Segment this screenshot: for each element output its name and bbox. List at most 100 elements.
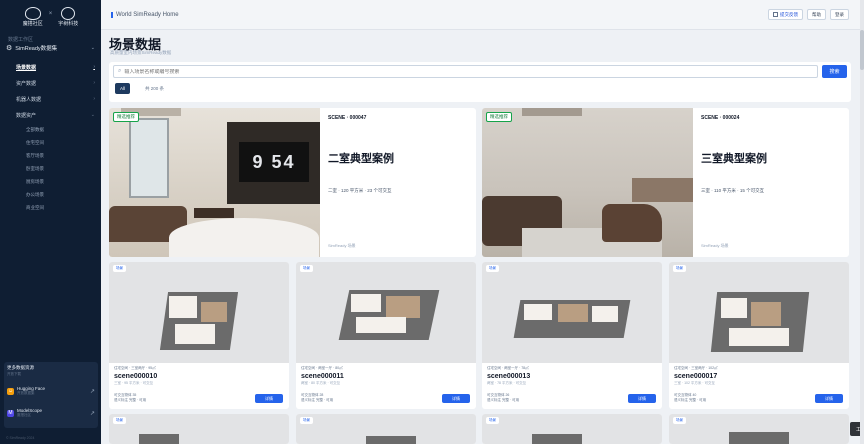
- search-button[interactable]: 搜索: [822, 65, 847, 78]
- scene-title: 三室典型案例: [701, 153, 767, 165]
- floorplan-room: [351, 294, 381, 312]
- search-icon: ⌕: [118, 68, 122, 74]
- scene-card[interactable]: 场景 住宅空间 · 三室两厅 · 95㎡ scene000010 三室 · 95…: [109, 262, 289, 409]
- scene-card[interactable]: 场景 住宅空间 · 两室一厅 · 80㎡ scene000011 两室 · 80…: [296, 262, 476, 409]
- logo-separator: ×: [48, 11, 53, 17]
- scene-name: scene000013: [487, 373, 531, 380]
- sidebar-subitem[interactable]: 卧室场景: [0, 162, 101, 175]
- sidebar-item-label: 资产数据: [16, 80, 37, 87]
- scene-code: SCENE · 000024: [701, 115, 740, 121]
- feedback-button[interactable]: 提交反馈: [768, 9, 803, 20]
- scene-badge: 场景: [300, 417, 313, 424]
- scene-meta: 二室 · 120 平方米 · 23 个可交互: [328, 188, 392, 193]
- scene-desc: 两室 · 78 平方米 · 可交互: [487, 381, 527, 385]
- scrollbar-thumb[interactable]: [860, 30, 864, 70]
- brand-mark-icon: [24, 7, 41, 20]
- resource-link-modelscope[interactable]: M ModelScope 魔搭社区 ↗: [7, 405, 95, 421]
- resources-subtitle: 开放下载: [7, 372, 21, 376]
- sidebar-item-scene-data[interactable]: 场景数据 ›: [0, 59, 101, 75]
- sidebar-subitem[interactable]: 办公场景: [0, 188, 101, 201]
- scene-card[interactable]: 场景: [482, 414, 662, 444]
- scene-badge: 场景: [113, 265, 126, 272]
- scene-stat: 语义标注 完整 · 可用: [674, 398, 707, 402]
- scene-stat: 语义标注 完整 · 可用: [114, 398, 147, 402]
- floorplan-thumbnail: 场景: [482, 414, 662, 444]
- scene-footnote: SimReady 场景: [328, 243, 356, 248]
- floorplan-floor: [386, 296, 420, 318]
- resource-desc: 开放数据集: [17, 391, 35, 395]
- scene-card[interactable]: 场景: [296, 414, 476, 444]
- chevron-right-icon: ›: [93, 96, 95, 102]
- detail-button[interactable]: 详情: [815, 394, 843, 403]
- sidebar-item-data-assets[interactable]: 数据资产 ⌄: [0, 107, 101, 123]
- floorplan-floor: [751, 302, 781, 326]
- scene-badge: 场景: [300, 265, 313, 272]
- scene-stat: 语义标注 完整 · 可用: [301, 398, 334, 402]
- sidebar-subitem[interactable]: 全部数据: [0, 123, 101, 136]
- help-button[interactable]: 帮助: [807, 9, 826, 20]
- sidebar: 魔搭社区 × 宇树科技 数据工作区 ⚙ SimReady数据集 ⌄ 场景数据 ›…: [0, 0, 101, 444]
- featured-card[interactable]: 精选推荐 SCENE · 000024 三室典型案例 三室 · 110 平方米 …: [482, 108, 849, 257]
- featured-image: 精选推荐 9 54: [109, 108, 320, 257]
- sidebar-item-asset-data[interactable]: 资产数据 ›: [0, 75, 101, 91]
- search-panel: ⌕ 搜索 All 共 200 条: [109, 62, 851, 102]
- partner-mark-icon: [61, 7, 76, 20]
- sidebar-subitem[interactable]: 商业空间: [0, 201, 101, 214]
- featured-card[interactable]: 精选推荐 9 54 SCENE · 000047 二室典型案例 二室 · 120…: [109, 108, 476, 257]
- search-box[interactable]: ⌕: [113, 65, 818, 78]
- sidebar-item-label: 机器人数据: [16, 96, 42, 103]
- sidebar-item-label: 场景数据: [16, 64, 37, 71]
- scene-card[interactable]: 场景: [109, 414, 289, 444]
- floorplan-thumbnail: 场景: [482, 262, 662, 363]
- page-scrollbar[interactable]: [860, 0, 864, 444]
- scene-meta: 住宅空间 · 两室一厅 · 78㎡: [487, 366, 529, 370]
- scene-badge: 场景: [673, 265, 686, 272]
- scene-meta: 住宅空间 · 三室两厅 · 102㎡: [674, 366, 718, 370]
- sidebar-item-label: 数据资产: [16, 112, 37, 119]
- floorplan-walls: [139, 434, 179, 444]
- sidebar-root-label: SimReady数据集: [15, 45, 58, 52]
- scene-badge: 场景: [113, 417, 126, 424]
- sidebar-section-label: 数据工作区: [8, 37, 34, 43]
- room-rug: [169, 218, 319, 257]
- gear-icon: ⚙: [6, 44, 13, 52]
- detail-button[interactable]: 详情: [628, 394, 656, 403]
- scene-title: 二室典型案例: [328, 153, 394, 165]
- scene-card[interactable]: 场景: [669, 414, 849, 444]
- result-count: 共 200 条: [145, 86, 165, 91]
- floorplan-thumbnail: 场景: [669, 414, 849, 444]
- logo-right-label: 宇树科技: [58, 21, 79, 27]
- scene-stats: 可交互物体 40 语义标注 完整 · 可用: [674, 393, 706, 403]
- scene-stats: 可交互物体 28 语义标注 完整 · 可用: [301, 393, 333, 403]
- sidebar-root-item[interactable]: ⚙ SimReady数据集 ⌄: [0, 42, 101, 53]
- sidebar-subitem[interactable]: 住宅空间: [0, 136, 101, 149]
- feedback-icon: [773, 12, 778, 17]
- topbar-actions: 提交反馈 帮助 登录: [768, 9, 849, 20]
- resource-link-huggingface[interactable]: ☺ Hugging Face 开放数据集 ↗: [7, 383, 95, 399]
- floorplan-thumbnail: 场景: [669, 262, 849, 363]
- sidebar-subitem[interactable]: 厨房场景: [0, 175, 101, 188]
- detail-button[interactable]: 详情: [255, 394, 283, 403]
- sidebar-resources-panel: 更多数据资源 开放下载 ☺ Hugging Face 开放数据集 ↗ M Mod…: [4, 362, 98, 428]
- scene-card[interactable]: 场景 住宅空间 · 两室一厅 · 78㎡ scene000013 两室 · 78…: [482, 262, 662, 409]
- floorplan-thumbnail: 场景: [109, 262, 289, 363]
- floorplan-room: [356, 317, 406, 333]
- detail-button[interactable]: 详情: [442, 394, 470, 403]
- floorplan-room: [524, 304, 552, 320]
- scene-card[interactable]: 场景 住宅空间 · 三室两厅 · 102㎡ scene000017 三室 · 1…: [669, 262, 849, 409]
- breadcrumb[interactable]: World SimReady Home: [111, 11, 179, 18]
- login-button[interactable]: 登录: [830, 9, 849, 20]
- scene-meta: 住宅空间 · 两室一厅 · 80㎡: [301, 366, 343, 370]
- scene-badge: 场景: [673, 417, 686, 424]
- sidebar-item-robot-data[interactable]: 机器人数据 ›: [0, 91, 101, 107]
- logo-right[interactable]: 宇树科技: [58, 7, 78, 27]
- featured-tag: 精选推荐: [486, 112, 512, 122]
- filter-chip-all[interactable]: All: [115, 83, 131, 94]
- logo-left[interactable]: 魔搭社区: [23, 7, 43, 27]
- search-input[interactable]: [124, 68, 425, 75]
- room-table: [194, 208, 234, 218]
- sidebar-subitem[interactable]: 客厅场景: [0, 149, 101, 162]
- scene-desc: 三室 · 102 平方米 · 可交互: [674, 381, 716, 385]
- floorplan-floor: [558, 304, 588, 322]
- wall-clock-display: 9 54: [239, 142, 309, 182]
